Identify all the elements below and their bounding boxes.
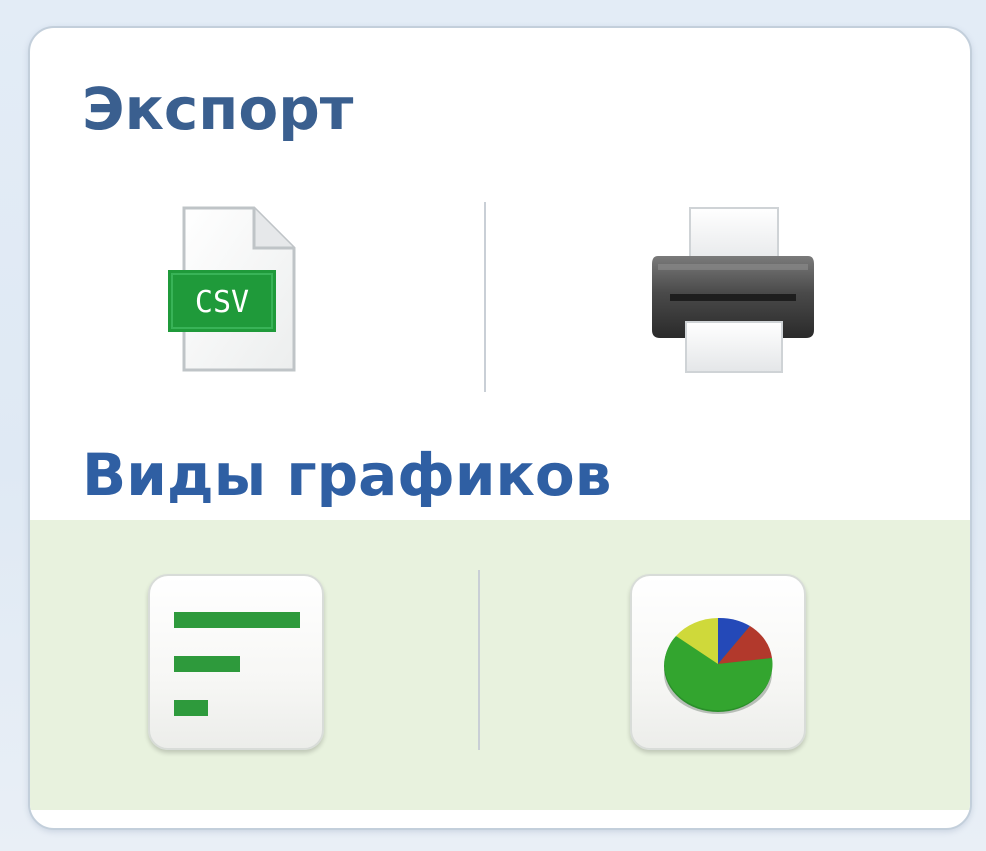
print-button[interactable] [648, 204, 818, 376]
chart-types-options [30, 520, 970, 810]
chart-types-divider [478, 570, 480, 750]
bar-chart-bar [174, 612, 300, 628]
export-heading: Экспорт [82, 75, 354, 143]
bar-chart-bar [174, 656, 240, 672]
pie-chart-button[interactable] [630, 574, 806, 750]
csv-file-icon: CSV [168, 206, 296, 372]
csv-icon-label: CSV [195, 285, 249, 320]
export-divider [484, 202, 486, 392]
export-panel: Экспорт CSV Виды графиков [28, 26, 972, 830]
csv-export-button[interactable]: CSV [168, 204, 302, 376]
bar-chart-bar [174, 700, 208, 716]
bar-chart-button[interactable] [148, 574, 324, 750]
printer-icon [652, 207, 814, 373]
export-options: CSV [30, 188, 970, 418]
chart-types-heading: Виды графиков [82, 441, 612, 509]
pie-chart-icon [664, 617, 773, 714]
